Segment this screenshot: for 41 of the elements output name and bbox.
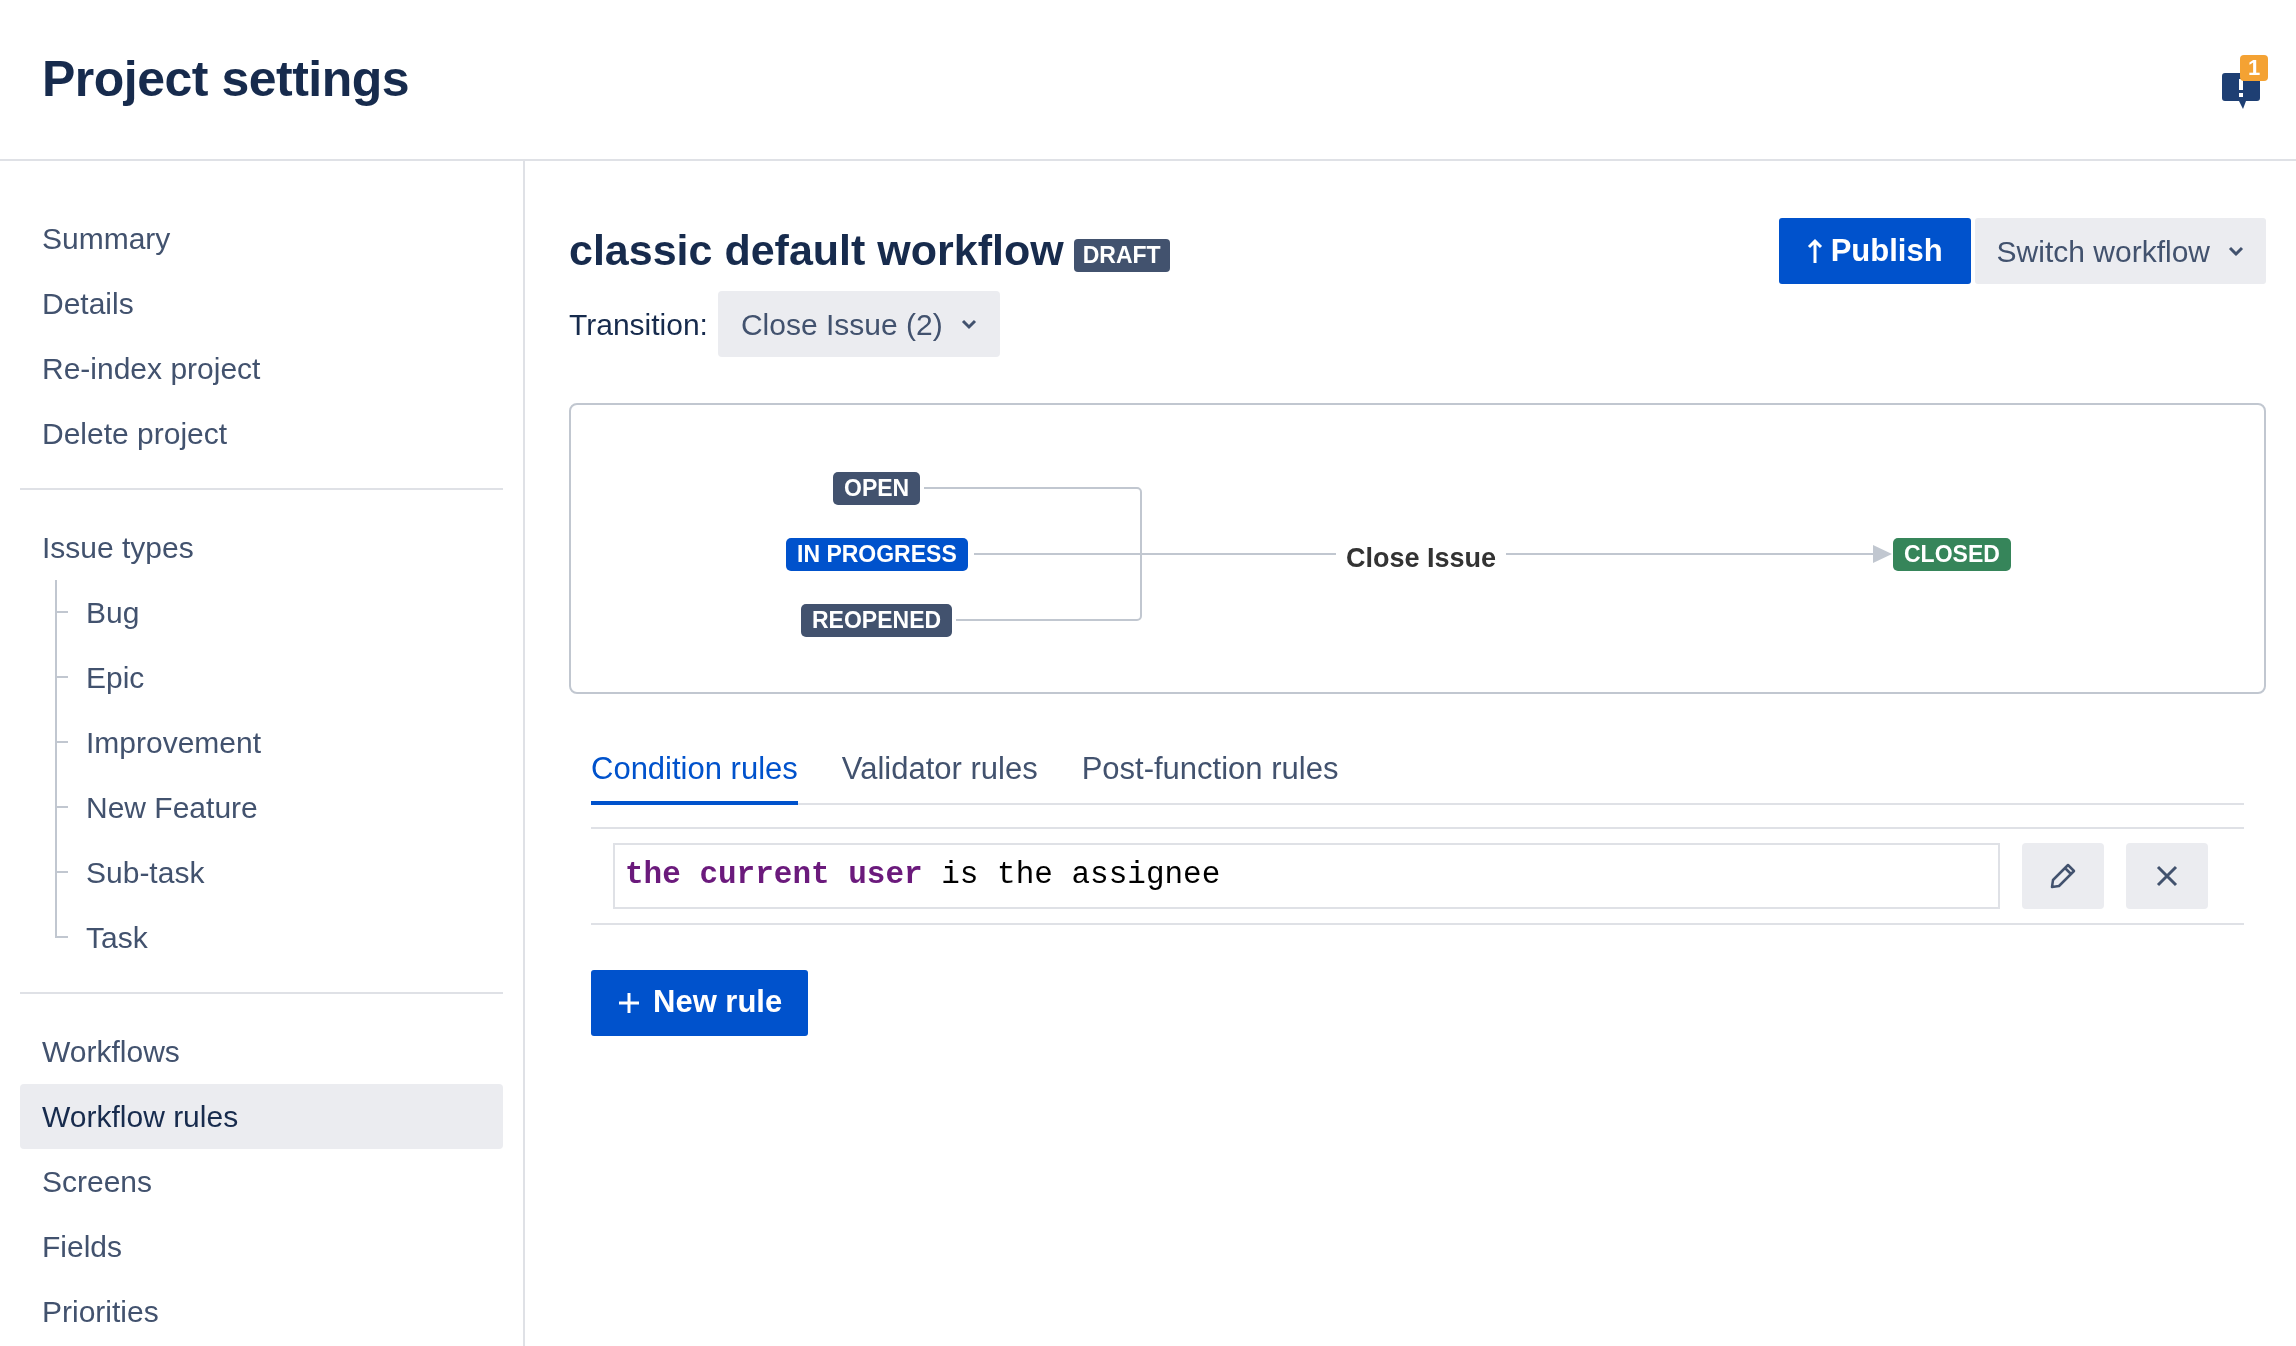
plus-icon	[617, 990, 641, 1015]
status-lozenge: REOPENED	[801, 604, 953, 637]
sidebar-item[interactable]: Details	[20, 271, 503, 336]
sidebar-item[interactable]: Workflows	[20, 1019, 503, 1084]
sidebar-item[interactable]: Priorities	[20, 1279, 503, 1344]
chevron-down-icon	[960, 318, 977, 330]
delete-button[interactable]	[2126, 842, 2208, 909]
close-icon	[2155, 863, 2179, 888]
new-rule-button[interactable]: New rule	[591, 969, 809, 1036]
sidebar-item[interactable]: Screens	[20, 1149, 503, 1214]
status-lozenge: IN PROGRESS	[786, 538, 968, 571]
chevron-down-icon	[2228, 245, 2244, 257]
status-lozenge: CLOSED	[1893, 538, 2011, 571]
page-title: Project settings	[42, 50, 410, 109]
transition-name: Close Issue	[1344, 542, 1498, 575]
tab[interactable]: Validator rules	[841, 746, 1038, 805]
sidebar-item[interactable]: Delete project	[20, 401, 503, 466]
publish-button[interactable]: Publish	[1778, 218, 1971, 284]
notification-badge: 1	[2240, 54, 2268, 81]
sidebar-item[interactable]: Task	[64, 905, 503, 970]
workflow-title: classic default workflow	[569, 225, 1064, 277]
sidebar-item[interactable]: Improvement	[64, 710, 503, 775]
sidebar-item[interactable]: New Feature	[64, 775, 503, 840]
rule-expression-field[interactable]: the current user is the assignee	[613, 842, 2000, 909]
transition-dropdown[interactable]: Close Issue (2)	[717, 291, 1000, 357]
sidebar-item[interactable]: Re-index project	[20, 336, 503, 401]
tab[interactable]: Condition rules	[591, 746, 798, 805]
sidebar-item[interactable]: Bug	[64, 580, 503, 645]
arrow-up-icon	[1806, 238, 1823, 264]
sidebar-item[interactable]: Fields	[20, 1214, 503, 1279]
draft-badge: DRAFT	[1073, 239, 1170, 272]
status-lozenge: OPEN	[833, 472, 921, 505]
sidebar-item[interactable]: Epic	[64, 645, 503, 710]
switch-workflow-button[interactable]: Switch workflow	[1974, 218, 2266, 284]
transition-label: Transition:	[569, 306, 708, 343]
sidebar-item[interactable]: Issue types	[20, 515, 503, 580]
edit-button[interactable]	[2022, 842, 2104, 909]
tab[interactable]: Post-function rules	[1081, 746, 1339, 805]
sidebar-item[interactable]: Workflow rules	[20, 1084, 503, 1149]
sidebar-item[interactable]: Sub-task	[64, 840, 503, 905]
sidebar-item[interactable]: Summary	[20, 206, 503, 271]
